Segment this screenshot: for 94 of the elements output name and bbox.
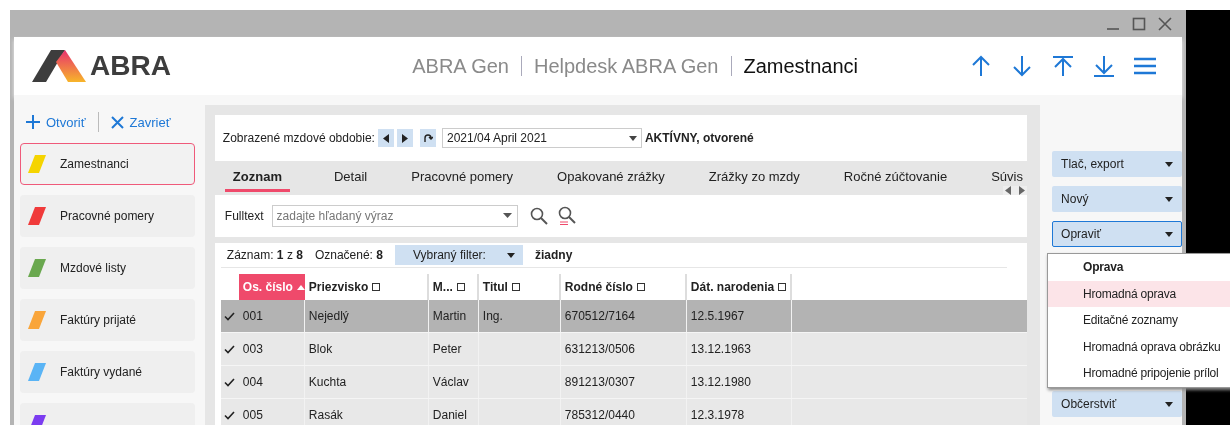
table-row[interactable]: 001 Nejedlý Martin Ing. 670512/7164 12.5.1967 [220, 300, 1027, 333]
maximize-icon[interactable] [1132, 16, 1146, 31]
close-icon[interactable] [1158, 16, 1172, 31]
close-icon [110, 115, 124, 129]
action-dropdown[interactable]: Opraviť [1052, 221, 1182, 247]
filter-square-icon [372, 283, 381, 291]
page-title: Zamestnanci [742, 54, 859, 78]
record-count: Záznam: 1 z 8 [226, 248, 303, 262]
filter-square-icon [511, 283, 520, 291]
tab[interactable]: Detail [333, 169, 368, 185]
period-label: Zobrazené mzdové obdobie: [222, 131, 375, 145]
close-button[interactable]: Zavrieť [110, 114, 171, 130]
sort-up-icon [296, 284, 305, 290]
table-cell: Václav [432, 375, 469, 389]
tab[interactable]: Opakované zrážky [557, 169, 665, 185]
table-row[interactable]: 004 Kuchta Václav 891213/0307 13.12.1980 [220, 366, 1027, 399]
next-button[interactable] [396, 129, 413, 147]
table-row[interactable]: 003 Blok Peter 631213/0506 13.12.1963 [220, 333, 1027, 366]
table-cell: 004 [242, 375, 263, 389]
tab[interactable]: Zrážky zo mzdy [708, 169, 800, 185]
fulltext-label: Fulltext [224, 209, 264, 223]
menu-item[interactable]: Hromadná oprava obrázku [1048, 333, 1230, 360]
table-cell: 785312/0440 [564, 408, 635, 422]
table-cell: 001 [242, 309, 263, 323]
menu-icon[interactable] [1134, 56, 1156, 76]
open-label: Otvoriť [46, 114, 86, 130]
table-cell: 891213/0307 [564, 375, 635, 389]
period-dropdown[interactable]: 2021/04 April 2021 [441, 128, 642, 148]
filter-square-icon [456, 283, 465, 291]
search-icon[interactable] [529, 207, 548, 225]
caret-icon [1165, 161, 1173, 167]
arrow-to-top-icon[interactable] [1052, 55, 1074, 77]
sidebar-item[interactable]: Faktúry vydané [20, 351, 195, 393]
tab[interactable]: Ročné zúčtovanie [843, 169, 948, 185]
sidebar-item[interactable]: Zamestnanci [20, 143, 195, 185]
tab[interactable]: Zoznam [224, 169, 290, 192]
table-cell: 12.5.1967 [690, 309, 745, 323]
caret-icon [1165, 401, 1173, 407]
table-cell: 005 [242, 408, 263, 422]
table-cell: 670512/7164 [564, 309, 635, 323]
plus-icon [26, 115, 40, 129]
tab-scroll-icon[interactable] [1002, 186, 1027, 195]
logo-icon [32, 50, 86, 82]
table-cell: 13.12.1963 [690, 342, 751, 356]
arrow-down-icon[interactable] [1011, 55, 1033, 77]
previous-button[interactable] [377, 129, 394, 147]
table-cell: Nejedlý [308, 309, 349, 323]
search-field[interactable]: zadajte hľadaný výraz [271, 205, 518, 227]
table-cell: Blok [308, 342, 333, 356]
right-triangle-icon [401, 133, 408, 143]
action-dropdown[interactable]: Nový [1052, 186, 1182, 212]
table-row[interactable]: 005 Rasák Daniel 785312/0440 12.3.1978 [220, 399, 1027, 425]
action-dropdown[interactable]: Občerstviť [1052, 391, 1182, 417]
menu-item[interactable]: Editačné zoznamy [1048, 307, 1230, 334]
table-cell: 003 [242, 342, 263, 356]
tab[interactable]: Pracovné pomery [411, 169, 514, 185]
menu-item[interactable]: Hromadná oprava [1048, 280, 1230, 307]
menu-item[interactable]: Hromadné pripojenie prílol [1048, 360, 1230, 387]
table-cell: 12.3.1978 [690, 408, 745, 422]
table-cell: Peter [432, 342, 462, 356]
column-header[interactable]: Os. číslo [238, 274, 305, 300]
arrow-to-bottom-icon[interactable] [1093, 55, 1115, 77]
table-cell: Kuchta [308, 375, 347, 389]
caret-icon[interactable] [502, 213, 512, 218]
close-label: Zavrieť [129, 114, 171, 130]
filter-value: žiadny [534, 248, 573, 262]
caret-icon [1165, 196, 1173, 202]
caret-icon [506, 252, 515, 258]
marked-count: Označené: 8 [314, 248, 383, 262]
caret-icon [628, 135, 637, 141]
breadcrumb-link[interactable]: ABRA Gen [400, 54, 521, 78]
filter-square-icon [778, 283, 787, 291]
tab[interactable]: Súvis [991, 169, 1023, 185]
refresh-button[interactable] [419, 129, 436, 147]
open-button[interactable]: Otvoriť [26, 114, 86, 130]
sidebar-item[interactable]: Mzdové listy [20, 247, 195, 289]
menu-item[interactable]: Oprava [1048, 254, 1230, 281]
table-cell: Ing. [482, 309, 503, 323]
table-cell: Rasák [308, 408, 343, 422]
table-cell: Daniel [432, 408, 467, 422]
table-cell: 13.12.1980 [690, 375, 751, 389]
period-status: AKTÍVNY, otvorené [644, 131, 754, 145]
arrow-up-icon[interactable] [970, 55, 992, 77]
action-dropdown[interactable]: Tlač, export [1052, 151, 1182, 177]
filter-dropdown[interactable]: Vybraný filter: [394, 245, 523, 265]
logo-text: ABRA [90, 50, 171, 82]
left-triangle-icon [382, 133, 389, 143]
refresh-icon [422, 133, 433, 143]
filter-square-icon [636, 283, 645, 291]
sidebar-item[interactable]: Faktúry prijaté [20, 299, 195, 341]
caret-icon [1165, 231, 1173, 237]
table-cell: 631213/0506 [564, 342, 635, 356]
table-cell: Martin [432, 309, 467, 323]
sidebar-item[interactable]: Pracovné pomery [20, 195, 195, 237]
